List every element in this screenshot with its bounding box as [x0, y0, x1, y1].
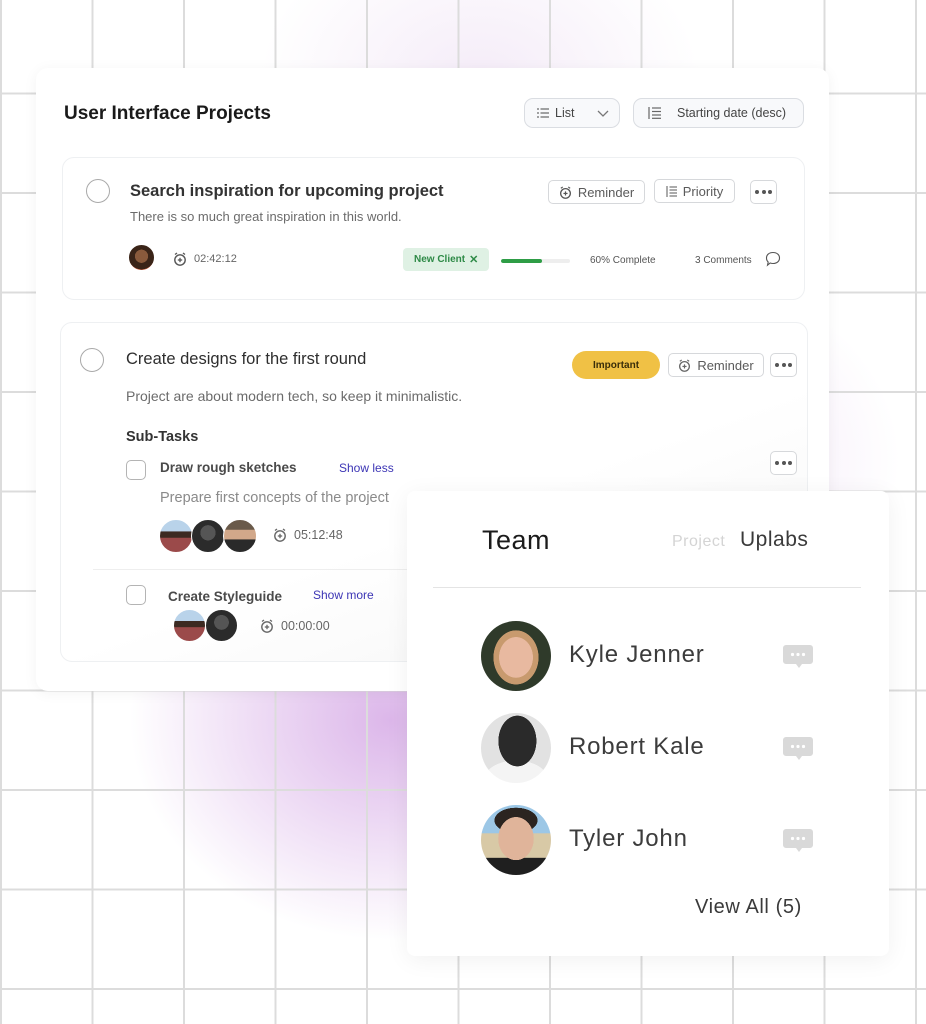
- assignee-avatar[interactable]: [159, 519, 193, 553]
- alarm-clock-icon: [261, 619, 273, 633]
- team-divider: [433, 587, 861, 588]
- task-complete-radio[interactable]: [86, 179, 110, 203]
- task-card: Search inspiration for upcoming project …: [62, 157, 805, 300]
- tag-label: New Client: [414, 254, 466, 265]
- sort-icon: [648, 107, 661, 119]
- assignee-avatar[interactable]: [173, 609, 206, 642]
- timer-value: 02:42:12: [194, 253, 237, 265]
- progress-bar: [501, 259, 570, 263]
- comments-count[interactable]: 3 Comments: [695, 255, 752, 266]
- timer-value: 05:12:48: [294, 528, 343, 542]
- priority-icon: [666, 185, 677, 197]
- alarm-clock-icon: [559, 185, 571, 199]
- chevron-down-icon: [597, 110, 609, 117]
- chat-icon[interactable]: [783, 737, 813, 761]
- subtask-timer: 00:00:00: [260, 619, 330, 633]
- timer-value: 00:00:00: [281, 619, 330, 633]
- task-complete-radio[interactable]: [80, 348, 104, 372]
- assignee-avatar[interactable]: [223, 519, 257, 553]
- reminder-label: Reminder: [577, 184, 635, 200]
- show-more-link[interactable]: Show more: [313, 588, 374, 602]
- team-project-name[interactable]: Uplabs: [740, 528, 808, 552]
- more-options-button[interactable]: [770, 353, 797, 377]
- more-options-button[interactable]: [750, 180, 777, 204]
- assignee-avatar[interactable]: [191, 519, 225, 553]
- task-timer: 02:42:12: [173, 252, 237, 266]
- page-title: User Interface Projects: [64, 103, 271, 124]
- team-title: Team: [482, 525, 551, 555]
- view-all-link[interactable]: View All (5): [695, 896, 802, 919]
- subtask-title: Create Styleguide: [168, 589, 283, 604]
- assignee-avatar[interactable]: [205, 609, 238, 642]
- view-mode-label: List: [555, 106, 575, 120]
- sort-select[interactable]: Starting date (desc): [633, 98, 804, 128]
- member-name: Kyle Jenner: [569, 641, 705, 668]
- member-name: Tyler John: [569, 825, 688, 852]
- team-member-row[interactable]: Robert Kale: [481, 713, 821, 783]
- more-dots-icon: [755, 190, 772, 194]
- task-description: There is so much great inspiration in th…: [130, 209, 402, 224]
- member-name: Robert Kale: [569, 733, 705, 760]
- alarm-clock-icon: [174, 252, 186, 266]
- reminder-label: Reminder: [697, 357, 754, 373]
- subtask-timer: 05:12:48: [273, 528, 343, 542]
- alarm-clock-icon: [679, 358, 691, 372]
- assignee-avatar[interactable]: [128, 244, 155, 271]
- team-member-row[interactable]: Kyle Jenner: [481, 621, 821, 691]
- show-less-link[interactable]: Show less: [339, 461, 394, 475]
- more-dots-icon: [775, 461, 792, 465]
- reminder-button[interactable]: Reminder: [548, 180, 645, 204]
- team-panel: Team Project Uplabs Kyle Jenner Robert K…: [407, 491, 889, 956]
- task-description: Project are about modern tech, so keep i…: [126, 388, 463, 404]
- tag-chip: New Client ✕: [403, 248, 490, 271]
- priority-button[interactable]: Priority: [654, 179, 735, 203]
- alarm-clock-icon: [274, 528, 286, 542]
- subtasks-heading: Sub-Tasks: [126, 429, 199, 445]
- chat-icon[interactable]: [783, 645, 813, 669]
- chat-icon[interactable]: [783, 829, 813, 853]
- subtask-more-button[interactable]: [770, 451, 797, 475]
- team-project-label: Project: [672, 533, 726, 550]
- list-icon: [537, 108, 549, 118]
- team-member-row[interactable]: Tyler John: [481, 805, 821, 875]
- task-title: Create designs for the first round: [126, 350, 367, 368]
- subtask-title: Draw rough sketches: [160, 460, 297, 475]
- sort-label: Starting date (desc): [677, 106, 787, 120]
- member-avatar: [481, 805, 551, 875]
- progress-label: 60% Complete: [590, 255, 656, 266]
- more-dots-icon: [775, 363, 792, 367]
- priority-label: Priority: [682, 183, 724, 199]
- member-avatar: [481, 621, 551, 691]
- priority-badge: Important: [572, 351, 660, 379]
- progress-fill: [501, 259, 543, 263]
- view-mode-select[interactable]: List: [524, 98, 620, 128]
- subtask-checkbox[interactable]: [126, 460, 146, 480]
- comment-bubble-icon[interactable]: [765, 251, 781, 267]
- task-title: Search inspiration for upcoming project: [130, 182, 444, 200]
- subtask-description: Prepare first concepts of the project: [160, 490, 389, 506]
- subtask-checkbox[interactable]: [126, 585, 146, 605]
- reminder-button[interactable]: Reminder: [668, 353, 764, 377]
- remove-tag-icon[interactable]: ✕: [469, 253, 478, 266]
- member-avatar: [481, 713, 551, 783]
